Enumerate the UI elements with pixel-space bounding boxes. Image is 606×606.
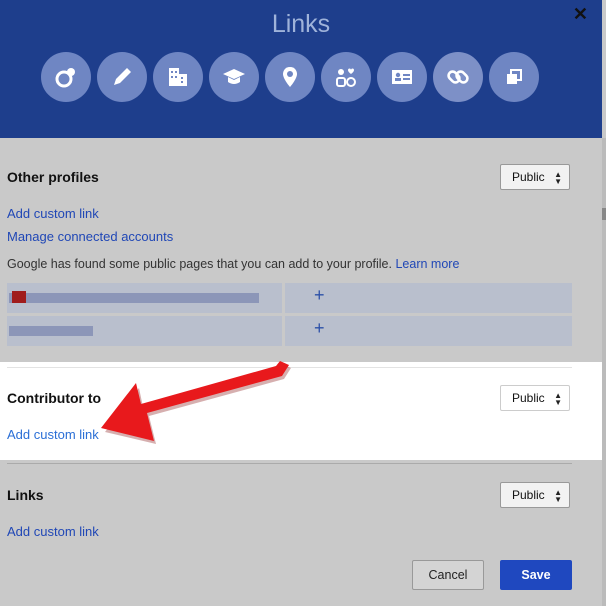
pencil-icon[interactable] [97,52,147,102]
contributor-to-section: Contributor to Public ▲ ▼ Add custom link [0,362,602,460]
add-page-plus-icon[interactable]: + [314,285,325,306]
graduation-cap-icon[interactable] [209,52,259,102]
close-button[interactable]: ✕ [573,4,588,25]
select-arrows-icon: ▲ ▼ [554,170,562,186]
other-profiles-visibility-select[interactable]: Public ▲ ▼ [500,164,570,190]
links-title: Links [7,487,44,503]
suggested-page-row[interactable]: + [7,283,572,313]
suggestions-description: Google has found some public pages that … [7,257,459,271]
blurred-page-name [9,293,259,303]
visibility-value: Public [512,488,545,502]
visibility-value: Public [512,170,545,184]
row-separator [282,283,285,313]
cancel-button[interactable]: Cancel [412,560,484,590]
row-separator [282,316,285,346]
links-add-custom-link[interactable]: Add custom link [7,524,99,539]
section-divider [7,367,572,368]
contributor-to-add-custom-link[interactable]: Add custom link [7,427,99,442]
links-visibility-select[interactable]: Public ▲ ▼ [500,482,570,508]
contributor-to-title: Contributor to [7,390,102,406]
dialog-title: Links [271,10,331,38]
contact-card-icon[interactable] [377,52,427,102]
save-button[interactable]: Save [500,560,572,590]
learn-more-link[interactable]: Learn more [395,257,459,271]
select-arrows-icon: ▲ ▼ [554,391,562,407]
suggested-page-row[interactable]: + [7,316,572,346]
contributor-to-visibility-select[interactable]: Public ▲ ▼ [500,385,570,411]
page-favicon [12,291,26,303]
other-profiles-add-custom-link[interactable]: Add custom link [7,206,99,221]
manage-connected-accounts-link[interactable]: Manage connected accounts [7,229,173,244]
building-icon[interactable] [153,52,203,102]
select-arrows-icon: ▲ ▼ [554,488,562,504]
circles-icon[interactable] [41,52,91,102]
scrollbar-thumb[interactable] [602,208,606,220]
blurred-page-name [9,326,93,336]
link-icon[interactable] [433,52,483,102]
location-pin-icon[interactable] [265,52,315,102]
description-text: Google has found some public pages that … [7,257,392,271]
section-divider [7,463,572,464]
visibility-value: Public [512,391,545,405]
squares-icon[interactable] [489,52,539,102]
links-dialog: Links ✕ Other profiles Public ▲ ▼ Add cu… [0,0,606,606]
relationship-icon[interactable] [321,52,371,102]
dialog-header: Links ✕ [0,0,602,138]
section-icon-tabs [41,52,539,102]
other-profiles-title: Other profiles [7,169,99,185]
add-page-plus-icon[interactable]: + [314,318,325,339]
